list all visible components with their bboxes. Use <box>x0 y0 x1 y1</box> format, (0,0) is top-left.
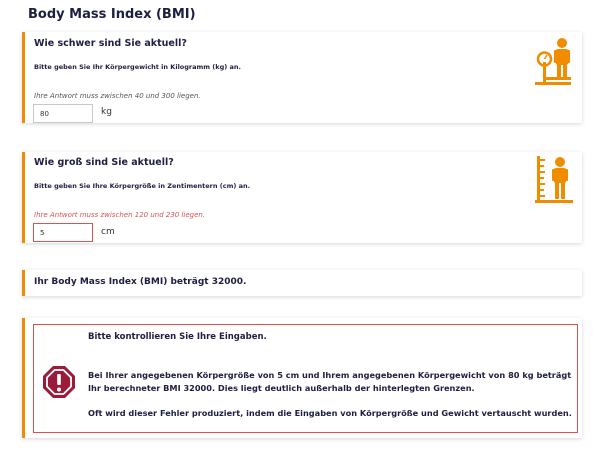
bmi-result-card: Ihr Body Mass Index (BMI) beträgt 32000. <box>22 270 582 296</box>
error-box: Bitte kontrollieren Sie Ihre Eingaben. B… <box>33 324 578 433</box>
height-question: Wie groß sind Sie aktuell? <box>34 157 174 168</box>
height-input[interactable] <box>33 223 93 242</box>
bmi-result-text: Ihr Body Mass Index (BMI) beträgt 32000. <box>34 277 247 287</box>
height-question-card: Wie groß sind Sie aktuell? Bitte geben S… <box>22 152 582 243</box>
height-range-note: Ihre Antwort muss zwischen 120 und 230 l… <box>34 211 206 219</box>
error-octagon-icon <box>43 366 75 398</box>
height-unit: cm <box>101 227 115 237</box>
height-hint: Bitte geben Sie Ihre Körpergröße in Zent… <box>34 182 251 190</box>
page-title: Body Mass Index (BMI) <box>28 7 196 22</box>
weight-unit: kg <box>101 107 112 117</box>
weight-hint: Bitte geben Sie Ihr Körpergewicht in Kil… <box>34 63 241 71</box>
error-note: Oft wird dieser Fehler produziert, indem… <box>88 408 572 418</box>
error-message: Bei Ihrer angegebenen Körpergröße von 5 … <box>88 370 572 393</box>
weight-input[interactable] <box>33 104 93 123</box>
height-measure-icon <box>535 156 573 203</box>
weight-question: Wie schwer sind Sie aktuell? <box>34 38 187 49</box>
weight-range-note: Ihre Antwort muss zwischen 40 und 300 li… <box>34 92 201 100</box>
weight-question-card: Wie schwer sind Sie aktuell? Bitte geben… <box>22 32 582 123</box>
error-title: Bitte kontrollieren Sie Ihre Eingaben. <box>88 332 267 342</box>
scale-person-icon <box>535 38 571 85</box>
error-card: Bitte kontrollieren Sie Ihre Eingaben. B… <box>22 318 582 438</box>
